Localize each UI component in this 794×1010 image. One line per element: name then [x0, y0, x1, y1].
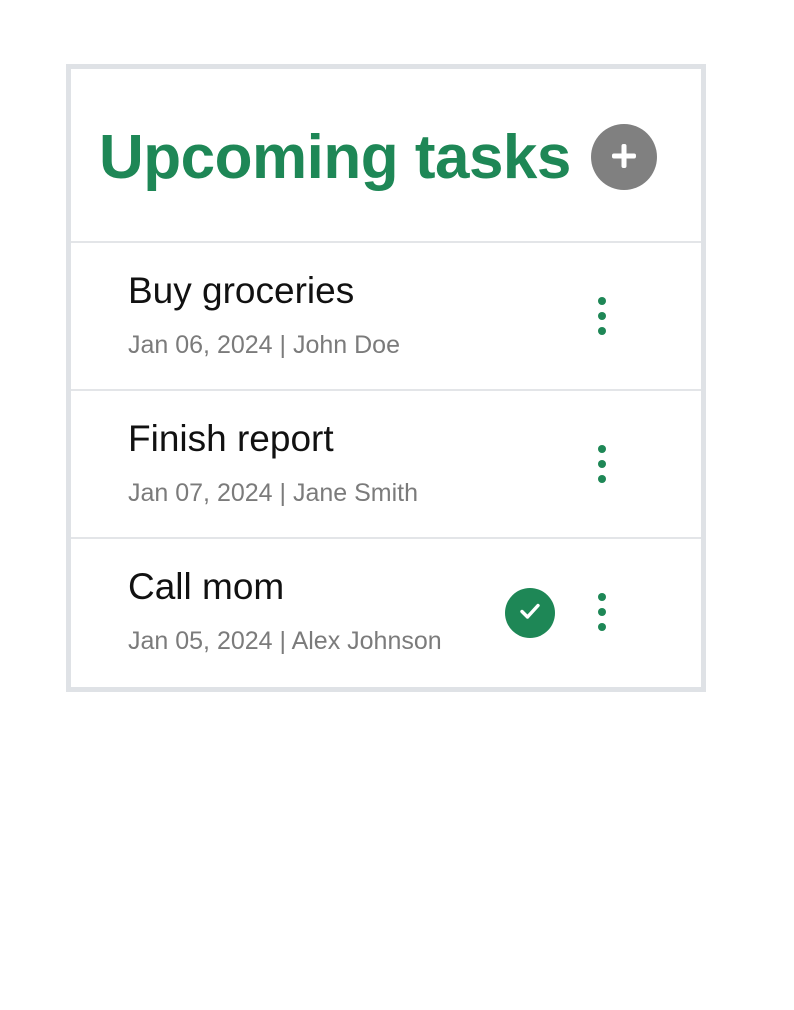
vertical-ellipsis-icon: [597, 296, 607, 339]
task-title: Finish report: [128, 418, 334, 459]
task-meta: Jan 06, 2024 | John Doe: [128, 331, 400, 359]
task-title: Buy groceries: [128, 270, 355, 311]
plus-icon: [611, 143, 637, 172]
vertical-ellipsis-icon: [597, 592, 607, 635]
task-row-call-mom[interactable]: Call mom Jan 05, 2024 | Alex Johnson: [71, 539, 701, 685]
task-meta: Jan 07, 2024 | Jane Smith: [128, 479, 419, 507]
card-header: Upcoming tasks: [71, 69, 701, 243]
vertical-ellipsis-icon: [597, 444, 607, 487]
task-menu-button[interactable]: [582, 439, 622, 491]
task-row-buy-groceries[interactable]: Buy groceries Jan 06, 2024 | John Doe: [71, 243, 701, 391]
task-title: Call mom: [128, 566, 285, 607]
task-menu-button[interactable]: [582, 291, 622, 343]
tasks-card: Upcoming tasks Buy groceries Jan 06, 202…: [66, 64, 706, 692]
task-menu-button[interactable]: [582, 587, 622, 639]
completed-badge: [505, 588, 555, 638]
checkmark-icon: [519, 602, 541, 625]
task-meta: Jan 05, 2024 | Alex Johnson: [128, 627, 442, 655]
page-title: Upcoming tasks: [99, 123, 571, 192]
task-row-finish-report[interactable]: Finish report Jan 07, 2024 | Jane Smith: [71, 391, 701, 539]
add-task-button[interactable]: [591, 124, 657, 190]
task-list: Buy groceries Jan 06, 2024 | John Doe Fi…: [71, 243, 701, 685]
